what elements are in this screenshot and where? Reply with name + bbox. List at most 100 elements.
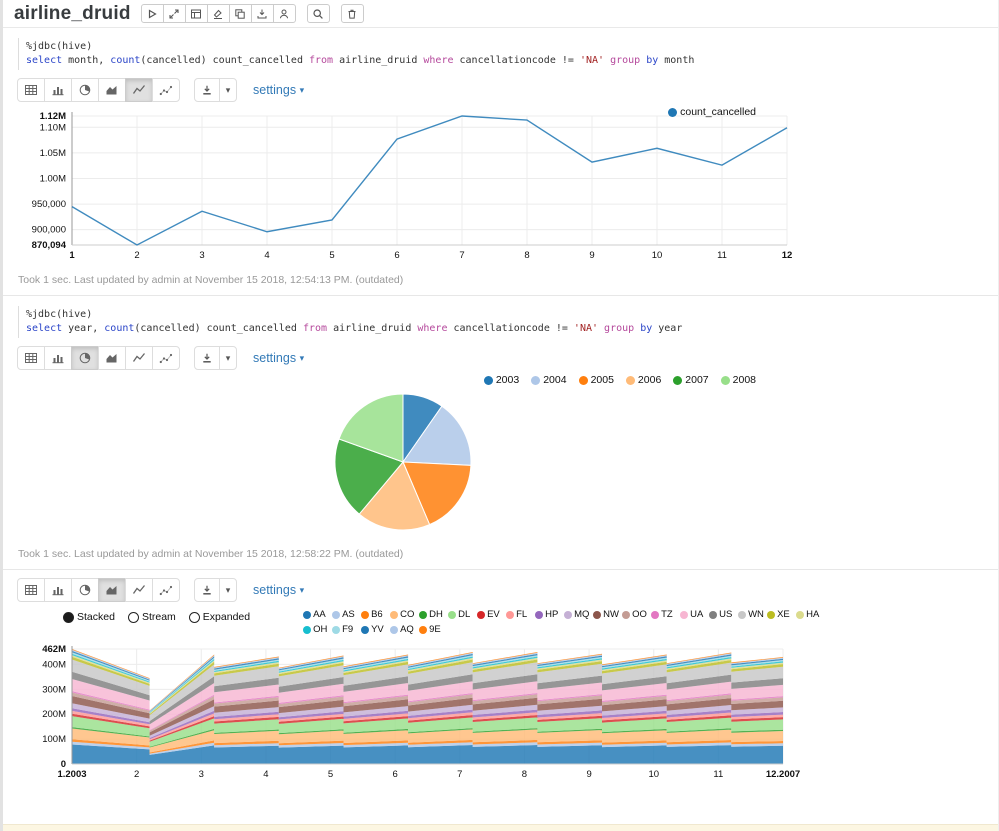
legend-item-NW[interactable]: NW (593, 609, 622, 620)
legend-item-2005[interactable]: 2005 (578, 374, 614, 386)
svg-text:9: 9 (586, 769, 591, 780)
legend-item-F9[interactable]: F9 (332, 624, 361, 635)
svg-text:10: 10 (648, 769, 659, 780)
legend-item-2007[interactable]: 2007 (673, 374, 709, 386)
download-button[interactable] (194, 78, 220, 102)
display-toolbar: ▾ settings ▾ (17, 78, 984, 102)
legend-item-AQ[interactable]: AQ (390, 624, 419, 635)
run-all-button[interactable] (140, 4, 164, 23)
legend-item-2006[interactable]: 2006 (625, 374, 661, 386)
chart-type-bar-button[interactable] (44, 346, 72, 370)
chart-type-pie-button[interactable] (71, 346, 99, 370)
chart-type-area-button[interactable] (98, 346, 126, 370)
chart-type-scatter-button[interactable] (152, 578, 180, 602)
note-title[interactable]: airline_druid (14, 3, 131, 25)
legend-item-OO[interactable]: OO (622, 609, 651, 620)
legend-dot (796, 610, 805, 619)
download-group: ▾ (194, 78, 237, 102)
clone-note-button[interactable] (228, 4, 252, 23)
legend-item-EV[interactable]: EV (477, 609, 506, 620)
download-caret-button[interactable]: ▾ (219, 578, 237, 602)
download-button[interactable] (194, 578, 220, 602)
legend-item-CO[interactable]: CO (390, 609, 419, 620)
chart-area: count_cancelled 1.12M 1.10M 1.05M 1.00M 950,0… (17, 106, 984, 264)
legend-label: NW (603, 609, 619, 620)
export-note-button[interactable] (250, 4, 274, 23)
chart-type-pie-button[interactable] (71, 578, 99, 602)
legend-label: HP (545, 609, 559, 620)
clear-output-button[interactable] (206, 4, 230, 23)
search-button[interactable] (306, 4, 330, 23)
legend-item-2004[interactable]: 2004 (531, 374, 567, 386)
chart-type-bar-button[interactable] (44, 78, 72, 102)
stacked-area-paragraph: ▾ settings ▾ Stacked Stream Expanded AA AS B6 CO… (3, 578, 998, 783)
legend-dot (535, 610, 544, 619)
chart-legend[interactable]: count_cancelled (668, 106, 756, 118)
chart-type-area-button[interactable] (98, 578, 126, 602)
radio-expanded[interactable]: Expanded (188, 611, 250, 623)
area-chart-icon (106, 86, 117, 95)
next-paragraph-strip[interactable] (3, 824, 998, 831)
svg-text:6: 6 (394, 250, 399, 261)
chart-type-table-button[interactable] (17, 578, 45, 602)
legend-item-YV[interactable]: YV (361, 624, 390, 635)
chart-type-table-button[interactable] (17, 346, 45, 370)
legend-item-2003[interactable]: 2003 (483, 374, 519, 386)
legend-item-UA[interactable]: UA (680, 609, 709, 620)
legend-label: AS (342, 609, 355, 620)
chart-type-line-button[interactable] (125, 578, 153, 602)
svg-text:3: 3 (199, 769, 204, 780)
legend-item-B6[interactable]: B6 (361, 609, 390, 620)
chevron-down-icon: ▾ (299, 353, 305, 363)
legend-dot (709, 610, 718, 619)
legend-item-WN[interactable]: WN (738, 609, 767, 620)
show-hide-code-button[interactable] (162, 4, 186, 23)
legend-item-US[interactable]: US (709, 609, 738, 620)
legend-item-FL[interactable]: FL (506, 609, 535, 620)
chart-type-line-button[interactable] (125, 346, 153, 370)
chart-type-scatter-button[interactable] (152, 78, 180, 102)
radio-stacked[interactable]: Stacked (63, 611, 115, 623)
legend-item-MQ[interactable]: MQ (564, 609, 593, 620)
legend-item-9E[interactable]: 9E (419, 624, 448, 635)
legend-item-TZ[interactable]: TZ (651, 609, 680, 620)
remove-note-button[interactable] (340, 4, 364, 23)
download-caret-button[interactable]: ▾ (219, 78, 237, 102)
code-editor[interactable]: %jdbc(hive) select month, count(cancelled… (18, 38, 984, 70)
show-hide-output-button[interactable] (184, 4, 208, 23)
legend-dot (419, 625, 428, 634)
code-line: select year, count(cancelled) count_canc… (26, 323, 683, 334)
legend-item-2008[interactable]: 2008 (720, 374, 756, 386)
legend-label: F9 (342, 624, 354, 635)
bar-chart-icon (52, 355, 64, 364)
legend-item-DH[interactable]: DH (419, 609, 448, 620)
legend-item-AS[interactable]: AS (332, 609, 361, 620)
legend-item-XE[interactable]: XE (767, 609, 796, 620)
version-control-button[interactable] (272, 4, 296, 23)
radio-stream[interactable]: Stream (127, 611, 176, 623)
settings-link[interactable]: settings ▾ (253, 351, 304, 365)
chart-type-area-button[interactable] (98, 78, 126, 102)
legend-dot (564, 610, 573, 619)
download-caret-button[interactable]: ▾ (219, 346, 237, 370)
line-chart-icon (132, 585, 146, 594)
legend-item-AA[interactable]: AA (303, 609, 332, 620)
chart-type-table-button[interactable] (17, 78, 45, 102)
chart-type-scatter-button[interactable] (152, 346, 180, 370)
legend-item-HA[interactable]: HA (796, 609, 825, 620)
download-icon (203, 353, 211, 363)
style-radios: Stacked Stream Expanded (63, 609, 263, 623)
legend-item-HP[interactable]: HP (535, 609, 564, 620)
code-line: %jdbc(hive) (26, 41, 93, 52)
chart-type-line-button[interactable] (125, 78, 153, 102)
download-button[interactable] (194, 346, 220, 370)
legend-label: AA (313, 609, 326, 620)
code-editor[interactable]: %jdbc(hive) select year, count(cancelled)… (18, 306, 984, 338)
svg-text:8: 8 (522, 769, 527, 780)
legend-item-OH[interactable]: OH (303, 624, 332, 635)
chart-type-bar-button[interactable] (44, 578, 72, 602)
settings-link[interactable]: settings ▾ (253, 583, 304, 597)
legend-item-DL[interactable]: DL (448, 609, 477, 620)
chart-type-pie-button[interactable] (71, 78, 99, 102)
settings-link[interactable]: settings ▾ (253, 83, 304, 97)
